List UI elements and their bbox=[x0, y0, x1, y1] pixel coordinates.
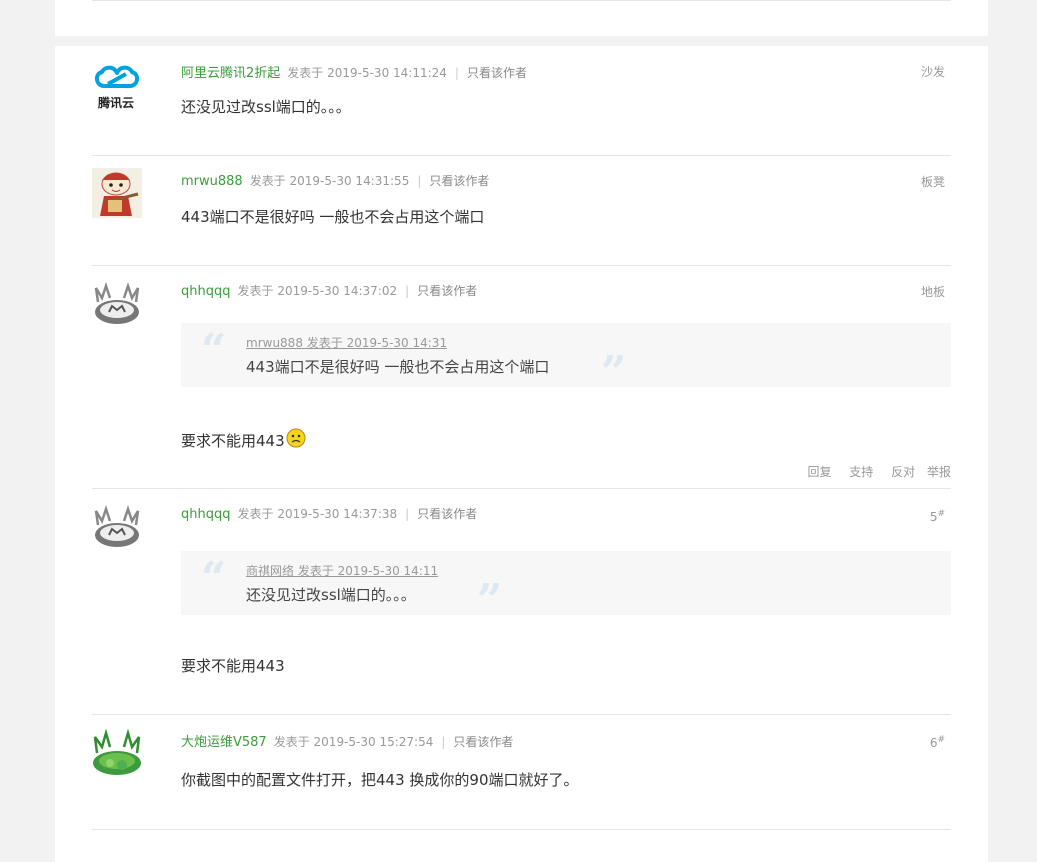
post-content: 443端口不是很好吗 一般也不会占用这个端口 bbox=[181, 208, 485, 226]
floor-mark: # bbox=[937, 509, 945, 519]
close-quote-icon: ” bbox=[477, 575, 503, 626]
author-link[interactable]: 大炮运维V587 bbox=[181, 731, 267, 750]
report-button[interactable]: 举报 bbox=[927, 465, 951, 479]
author-link[interactable]: qhhqqq bbox=[181, 284, 231, 299]
author-link[interactable]: mrwu888 bbox=[181, 174, 243, 189]
quote-block: “ mrwu888 发表于 2019-5-30 14:31 443端口不是很好吗… bbox=[181, 323, 951, 395]
close-quote-icon: ” bbox=[601, 347, 627, 398]
cartoon-character-icon bbox=[92, 168, 142, 218]
quote-source-link[interactable]: mrwu888 发表于 2019-5-30 14:31 bbox=[246, 334, 447, 351]
post-time: 发表于 2019-5-30 14:37:38 bbox=[237, 507, 398, 521]
post-actions: 回复 支持 反对 举报 bbox=[793, 463, 951, 480]
post-content: 要求不能用443 bbox=[181, 657, 285, 675]
quote-text: 443端口不是很好吗 一般也不会占用这个端口 bbox=[246, 358, 550, 376]
post-bench: mrwu888 发表于 2019-5-30 14:31:55 | 只看该作者 板… bbox=[92, 156, 951, 266]
view-author-only-link[interactable]: 只看该作者 bbox=[467, 64, 527, 81]
crown-avatar-icon bbox=[94, 505, 140, 547]
post-floor: qhhqqq 发表于 2019-5-30 14:37:02 | 只看该作者 地板… bbox=[92, 266, 951, 488]
floor-label[interactable]: 沙发 bbox=[921, 63, 945, 80]
post-time: 发表于 2019-5-30 14:37:02 bbox=[237, 284, 398, 298]
post-6: 大炮运维V587 发表于 2019-5-30 15:27:54 | 只看该作者 … bbox=[92, 715, 951, 829]
reply-button[interactable]: 回复 bbox=[807, 465, 831, 479]
author-link[interactable]: 阿里云腾讯2折起 bbox=[181, 62, 280, 81]
avatar-crown-gray[interactable] bbox=[92, 501, 142, 551]
post-meta: mrwu888 发表于 2019-5-30 14:31:55 | 只看该作者 bbox=[181, 172, 489, 189]
sad-smiley-icon bbox=[286, 428, 306, 448]
view-author-only-link[interactable]: 只看该作者 bbox=[417, 505, 477, 522]
separator: | bbox=[405, 507, 410, 521]
floor-label[interactable]: 板凳 bbox=[921, 173, 945, 190]
post-meta: qhhqqq 发表于 2019-5-30 14:37:02 | 只看该作者 bbox=[181, 282, 477, 299]
thread-card: 腾讯云 阿里云腾讯2折起 发表于 2019-5-30 14:11:24 | 只看… bbox=[55, 46, 988, 862]
post-meta: 大炮运维V587 发表于 2019-5-30 15:27:54 | 只看该作者 bbox=[181, 731, 513, 750]
floor-mark: # bbox=[937, 735, 945, 745]
post-sofa: 腾讯云 阿里云腾讯2折起 发表于 2019-5-30 14:11:24 | 只看… bbox=[92, 46, 951, 156]
avatar-tencent-cloud[interactable]: 腾讯云 bbox=[92, 58, 142, 110]
post-content: 你截图中的配置文件打开，把443 换成你的90端口就好了。 bbox=[181, 771, 579, 789]
avatar-cartoon[interactable] bbox=[92, 168, 142, 218]
quote-source-link[interactable]: 商祺网络 发表于 2019-5-30 14:11 bbox=[246, 562, 438, 579]
avatar-text: 腾讯云 bbox=[98, 96, 135, 110]
quote-text: 还没见过改ssl端口的。。。 bbox=[246, 586, 416, 604]
post-5: qhhqqq 发表于 2019-5-30 14:37:38 | 只看该作者 5#… bbox=[92, 489, 951, 715]
divider bbox=[92, 0, 951, 1]
post-time: 发表于 2019-5-30 15:27:54 bbox=[273, 735, 434, 749]
post-content: 还没见过改ssl端口的。。。 bbox=[181, 98, 351, 116]
separator: | bbox=[441, 735, 446, 749]
post-time: 发表于 2019-5-30 14:31:55 bbox=[249, 174, 410, 188]
open-quote-icon: “ bbox=[201, 325, 227, 376]
quote-block: “ 商祺网络 发表于 2019-5-30 14:11 还没见过改ssl端口的。。… bbox=[181, 551, 951, 623]
separator: | bbox=[454, 66, 459, 80]
floor-label[interactable]: 6# bbox=[930, 735, 945, 750]
crown-avatar-icon bbox=[94, 282, 140, 324]
post-meta: qhhqqq 发表于 2019-5-30 14:37:38 | 只看该作者 bbox=[181, 505, 477, 522]
post-content: 要求不能用443 bbox=[181, 428, 306, 451]
post-time: 发表于 2019-5-30 14:11:24 bbox=[287, 66, 447, 80]
view-author-only-link[interactable]: 只看该作者 bbox=[453, 733, 513, 750]
open-quote-icon: “ bbox=[201, 553, 227, 604]
author-link[interactable]: qhhqqq bbox=[181, 507, 231, 522]
avatar-crown-gray[interactable] bbox=[92, 278, 142, 328]
view-author-only-link[interactable]: 只看该作者 bbox=[429, 172, 489, 189]
separator: | bbox=[417, 174, 422, 188]
floor-label[interactable]: 5# bbox=[930, 509, 945, 524]
post-meta: 阿里云腾讯2折起 发表于 2019-5-30 14:11:24 | 只看该作者 bbox=[181, 62, 527, 81]
floor-label[interactable]: 地板 bbox=[921, 283, 945, 300]
post-content-text: 要求不能用443 bbox=[181, 432, 285, 450]
previous-post-card bbox=[55, 0, 988, 36]
divider bbox=[92, 829, 951, 830]
oppose-button[interactable]: 反对 bbox=[891, 465, 915, 479]
separator: | bbox=[405, 284, 410, 298]
avatar-crown-green[interactable] bbox=[92, 727, 142, 777]
green-crown-avatar-icon bbox=[93, 728, 141, 775]
view-author-only-link[interactable]: 只看该作者 bbox=[417, 282, 477, 299]
support-button[interactable]: 支持 bbox=[849, 465, 873, 479]
